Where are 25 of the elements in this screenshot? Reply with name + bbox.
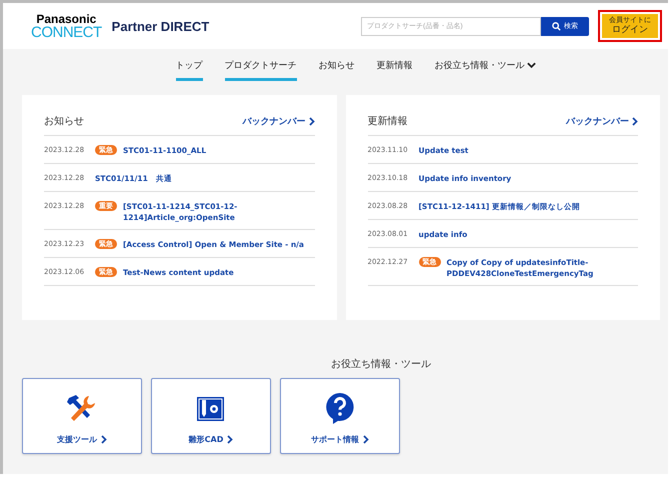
chevron-down-icon (526, 62, 536, 69)
chevron-right-icon (101, 435, 107, 444)
back-number-link[interactable]: バックナンバー (242, 114, 314, 128)
chevron-right-icon (308, 116, 314, 126)
help-icon (325, 392, 355, 424)
tool-card[interactable]: 支援ツール (22, 378, 142, 454)
logo-text: CONNECT (31, 24, 102, 40)
nav-tab[interactable]: お役立ち情報・ツール (434, 53, 536, 81)
chevron-right-icon (363, 435, 369, 444)
tool-card[interactable]: 雛形CAD (151, 378, 271, 454)
tool-card[interactable]: サポート情報 (280, 378, 400, 454)
chevron-right-icon (227, 435, 234, 444)
nav-tab[interactable]: 更新情報 (376, 53, 412, 81)
panel-title: お知らせ (44, 115, 84, 128)
nav-tab[interactable]: トップ (176, 53, 202, 81)
nav-tab[interactable]: プロダクトサーチ (224, 53, 296, 81)
site-name: Partner DIRECT (112, 18, 210, 34)
nav-tab[interactable]: お知らせ (318, 53, 354, 81)
blueprint-icon (195, 394, 227, 424)
back-number-link[interactable]: バックナンバー (566, 114, 638, 128)
search-icon (552, 22, 561, 30)
chevron-right-icon (632, 116, 638, 126)
section-title: お役立ち情報・ツール (330, 358, 432, 371)
panel-title: 更新情報 (368, 114, 408, 128)
logo-text: Panasonic (36, 12, 96, 24)
